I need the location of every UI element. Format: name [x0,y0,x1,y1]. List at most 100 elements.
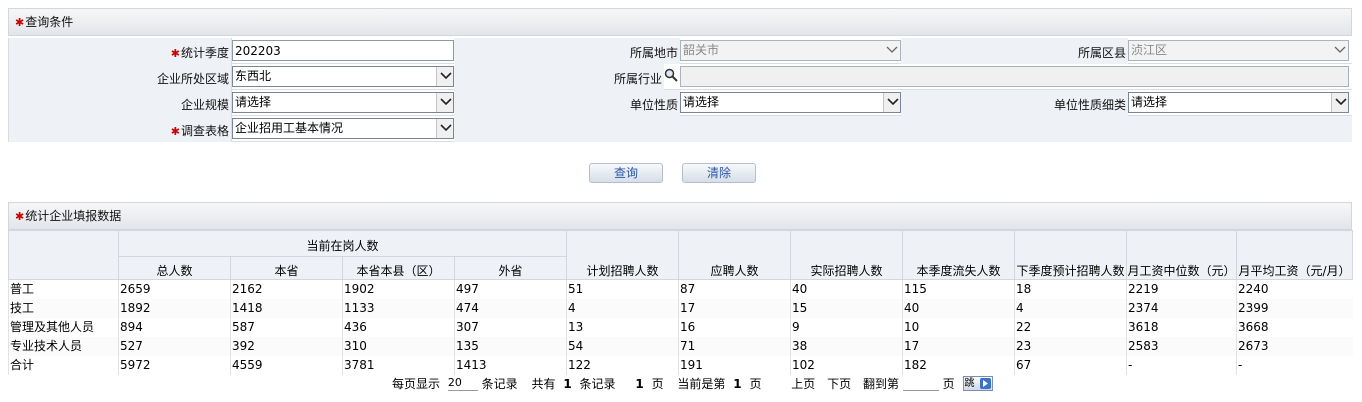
per-page-input[interactable] [447,375,478,391]
table-cell: 5972 [118,356,231,375]
per-page-label: 每页显示 [392,377,441,391]
query-button[interactable]: 查询 [589,163,663,183]
table-row: 管理及其他人员 894 587 436 307 13 16 9 10 22 36… [8,318,1353,337]
query-panel-header: ✱查询条件 [8,8,1352,36]
nature-detail-field-wrap: 请选择 [1128,92,1349,113]
column-header: 应聘人数 [678,230,792,280]
form-row-3: 企业规模 请选择 单位性质 请选择 单位性质细类 请选择 [8,90,1352,116]
column-header: 总人数 [118,256,231,280]
table-cell: 1418 [230,299,343,318]
column-header: 下季度预计招聘人数 [1014,230,1128,280]
column-header: 月平均工资（元/月） [1236,230,1354,280]
nature-select-value: 请选择 [683,95,720,109]
table-cell: 1902 [342,279,455,299]
chevron-down-icon [1331,93,1348,112]
prev-page-link[interactable]: 上页 [791,375,815,393]
column-header: 本省本县（区） [342,256,455,280]
table-cell: 191 [678,356,791,375]
table-cell: 310 [342,337,455,356]
table-cell: - [1126,356,1237,375]
form-row-1: ✱统计季度 所属地市 韶关市 所属区县 浈江区 [8,38,1352,64]
table-cell: 17 [678,299,791,318]
county-select[interactable]: 浈江区 [1128,40,1349,61]
row-category: 专业技术人员 [8,337,119,356]
chevron-down-icon [1331,41,1348,60]
chevron-down-icon [436,119,453,138]
current-page: 1 [733,377,742,391]
scale-select[interactable]: 请选择 [232,92,454,113]
required-mark-icon: ✱ [170,125,180,138]
table-cell: 2374 [1126,299,1237,318]
region-select-value: 东西北 [235,69,272,83]
region-select[interactable]: 东西北 [232,66,454,87]
table-cell: 135 [453,337,567,356]
table-cell: 2399 [1236,299,1353,318]
goto-suffix: 页 [942,377,955,391]
table-cell: 102 [790,356,903,375]
table-cell: 54 [566,337,679,356]
city-select-value: 韶关市 [683,43,720,57]
table-cell: 4 [566,299,679,318]
table-cell: 40 [790,279,903,299]
chevron-down-icon [883,41,900,60]
column-header: 外省 [453,256,568,280]
clear-button[interactable]: 清除 [682,163,756,183]
column-header: 月工资中位数（元） [1126,230,1238,280]
table-cell: 894 [118,318,231,337]
row-category: 合计 [8,356,119,375]
goto-page-input[interactable] [902,375,939,391]
chevron-down-icon [883,93,900,112]
nature-detail-label: 单位性质细类 [901,90,1128,116]
table-cell: 22 [1014,318,1127,337]
results-panel-header: ✱统计企业填报数据 [8,202,1352,230]
next-page-link[interactable]: 下页 [827,375,851,393]
query-panel-title: 查询条件 [25,15,74,29]
go-button[interactable]: 跳 [962,376,993,391]
row-category: 普工 [8,279,119,299]
table-cell: 4559 [230,356,343,375]
industry-input[interactable] [680,66,1349,87]
query-form: ✱统计季度 所属地市 韶关市 所属区县 浈江区 企业所处区域 东西北 [8,38,1352,142]
required-mark-icon: ✱ [15,210,25,223]
county-select-value: 浈江区 [1131,43,1168,57]
table-cell: 87 [678,279,791,299]
season-input[interactable] [232,40,454,61]
table-cell: 18 [1014,279,1127,299]
column-header: 实际招聘人数 [790,230,904,280]
table-cell: 527 [118,337,231,356]
row-header-cell [8,230,119,280]
total-suffix: 条记录 [579,377,616,391]
industry-field-wrap [680,66,1349,87]
nature-label: 单位性质 [454,90,680,116]
survey-label: ✱调查表格 [8,116,232,142]
table-cell: 587 [230,318,343,337]
county-label: 所属区县 [901,38,1128,64]
table-cell: 13 [566,318,679,337]
records-suffix: 条记录 [481,377,518,391]
nature-field-wrap: 请选择 [680,92,901,113]
total-count: 1 [563,377,572,391]
table-cell: 122 [566,356,679,375]
survey-select-value: 企业招用工基本情况 [235,121,344,135]
nature-detail-select[interactable]: 请选择 [1128,92,1349,113]
nature-detail-select-value: 请选择 [1131,95,1168,109]
table-cell: 2673 [1236,337,1353,356]
table-cell: 2162 [230,279,343,299]
column-header: 计划招聘人数 [566,230,680,280]
table-cell: 3781 [342,356,455,375]
search-icon[interactable] [664,68,678,85]
table-cell: - [1236,356,1353,375]
table-cell: 2583 [1126,337,1237,356]
survey-select[interactable]: 企业招用工基本情况 [232,118,454,139]
table-cell: 51 [566,279,679,299]
nature-select[interactable]: 请选择 [680,92,901,113]
table-row: 普工 2659 2162 1902 497 51 87 40 115 18 22… [8,279,1353,299]
city-field-wrap: 韶关市 [680,40,901,61]
table-cell: 1892 [118,299,231,318]
city-select[interactable]: 韶关市 [680,40,901,61]
table-cell: 3618 [1126,318,1237,337]
row-category: 管理及其他人员 [8,318,119,337]
form-row-2: 企业所处区域 东西北 所属行业 [8,64,1352,90]
table-cell: 2240 [1236,279,1353,299]
form-empty-cell [454,116,1352,142]
